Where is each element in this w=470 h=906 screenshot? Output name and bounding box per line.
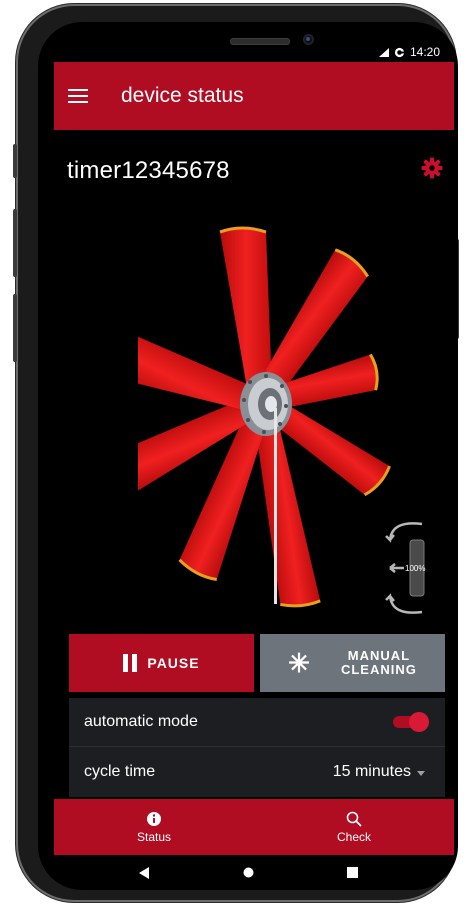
airflow-indicator: 100% — [385, 522, 425, 614]
info-icon — [147, 811, 161, 826]
fan-blade — [219, 226, 272, 394]
hamburger-menu-icon[interactable] — [68, 89, 88, 103]
home-button[interactable] — [241, 866, 255, 880]
pause-button[interactable]: PAUSE — [69, 634, 254, 692]
side-button — [13, 144, 17, 178]
pause-button-label: PAUSE — [147, 655, 200, 671]
page-title: device status — [121, 84, 244, 107]
nav-item-status[interactable]: Status — [54, 799, 254, 855]
automatic-mode-row: automatic mode — [69, 698, 445, 747]
earpiece-speaker — [230, 38, 290, 45]
side-button — [13, 209, 17, 277]
pause-icon — [123, 654, 138, 672]
back-button[interactable] — [137, 866, 151, 880]
bottom-navigation: Status Check — [54, 799, 454, 855]
automatic-mode-toggle[interactable] — [393, 712, 429, 732]
manual-label-line1: MANUAL — [347, 648, 411, 663]
cycle-time-select[interactable]: 15 minutes — [333, 763, 425, 781]
nav-item-status-label: Status — [136, 829, 172, 844]
manual-cleaning-label: MANUAL CLEANING — [341, 649, 417, 677]
back-triangle-icon — [139, 866, 149, 879]
automatic-mode-label: automatic mode — [84, 713, 198, 730]
recents-square-icon — [346, 867, 358, 878]
phone-frame: 14:20 device status timer12345678 100% P… — [13, 4, 459, 902]
gear-icon[interactable] — [420, 156, 444, 180]
front-camera — [303, 34, 314, 45]
fan-illustration — [138, 226, 391, 608]
status-time: 14:20 — [409, 45, 440, 59]
search-icon — [346, 811, 362, 827]
cycle-time-label: cycle time — [84, 763, 156, 780]
manual-cleaning-button[interactable]: ✳ MANUAL CLEANING — [260, 634, 445, 692]
status-bar: 14:20 — [378, 45, 440, 59]
signal-icon — [378, 47, 389, 57]
asterisk-icon: ✳ — [288, 648, 311, 678]
cycle-time-row: cycle time 15 minutes — [69, 747, 445, 797]
sync-icon — [394, 47, 405, 57]
indicator-percent: 100% — [405, 564, 425, 573]
fan-hub — [240, 372, 292, 436]
app-bar: device status — [54, 62, 454, 130]
recents-button[interactable] — [345, 866, 359, 880]
nav-item-check-label: Check — [336, 829, 371, 844]
toggle-knob — [409, 712, 429, 732]
side-button — [13, 294, 17, 362]
nav-item-check[interactable]: Check — [254, 799, 454, 855]
cycle-time-value: 15 minutes — [332, 763, 411, 780]
chevron-down-icon — [417, 770, 425, 776]
screen: 14:20 device status timer12345678 100% P… — [38, 22, 458, 890]
system-navigation-bar — [38, 855, 458, 890]
manual-label-line2: CLEANING — [340, 662, 417, 677]
device-name: timer12345678 — [67, 157, 230, 184]
fan-shaft — [274, 408, 277, 604]
home-circle-icon — [243, 867, 253, 878]
